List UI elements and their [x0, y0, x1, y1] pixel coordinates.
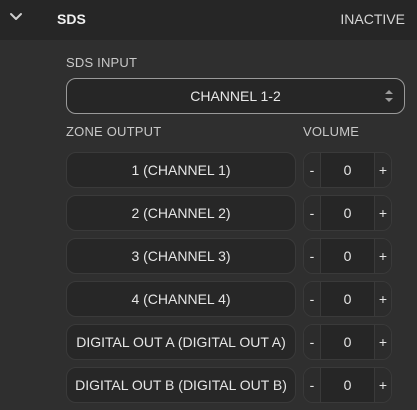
volume-decrement-button[interactable]: - — [304, 282, 321, 316]
zone-button-3[interactable]: 3 (CHANNEL 3) — [66, 238, 296, 274]
volume-increment-button[interactable]: + — [374, 282, 391, 316]
volume-stepper-3[interactable]: - 0 + — [303, 238, 392, 274]
volume-increment-button[interactable]: + — [374, 153, 391, 187]
volume-value[interactable]: 0 — [322, 377, 373, 393]
volume-stepper-4[interactable]: - 0 + — [303, 281, 392, 317]
zone-button-digital-a[interactable]: DIGITAL OUT A (DIGITAL OUT A) — [66, 324, 296, 360]
volume-value[interactable]: 0 — [322, 205, 373, 221]
section-title: SDS — [57, 11, 86, 27]
volume-decrement-button[interactable]: - — [304, 239, 321, 273]
volume-increment-button[interactable]: + — [374, 325, 391, 359]
volume-value[interactable]: 0 — [322, 291, 373, 307]
zone-button-4[interactable]: 4 (CHANNEL 4) — [66, 281, 296, 317]
volume-decrement-button[interactable]: - — [304, 196, 321, 230]
zone-name: 4 (CHANNEL 4) — [131, 291, 231, 307]
volume-increment-button[interactable]: + — [374, 196, 391, 230]
zone-name: DIGITAL OUT B (DIGITAL OUT B) — [75, 377, 287, 393]
volume-stepper-digital-b[interactable]: - 0 + — [303, 367, 392, 403]
zone-button-2[interactable]: 2 (CHANNEL 2) — [66, 195, 296, 231]
status-badge: INACTIVE — [340, 11, 405, 27]
volume-decrement-button[interactable]: - — [304, 368, 321, 402]
sds-input-value: CHANNEL 1-2 — [190, 88, 281, 104]
volume-increment-button[interactable]: + — [374, 368, 391, 402]
zone-name: 3 (CHANNEL 3) — [131, 248, 231, 264]
chevron-down-icon[interactable] — [8, 8, 24, 24]
section-header[interactable]: SDS INACTIVE — [0, 0, 417, 41]
sds-input-label: SDS INPUT — [66, 55, 138, 70]
zone-name: DIGITAL OUT A (DIGITAL OUT A) — [76, 334, 286, 350]
volume-decrement-button[interactable]: - — [304, 153, 321, 187]
sds-input-select[interactable]: CHANNEL 1-2 — [66, 78, 405, 114]
zone-button-1[interactable]: 1 (CHANNEL 1) — [66, 152, 296, 188]
volume-value[interactable]: 0 — [322, 248, 373, 264]
volume-decrement-button[interactable]: - — [304, 325, 321, 359]
volume-label: VOLUME — [303, 124, 360, 139]
volume-value[interactable]: 0 — [322, 162, 373, 178]
select-arrows-icon — [384, 88, 394, 104]
zone-name: 1 (CHANNEL 1) — [131, 162, 231, 178]
volume-stepper-1[interactable]: - 0 + — [303, 152, 392, 188]
zone-button-digital-b[interactable]: DIGITAL OUT B (DIGITAL OUT B) — [66, 367, 296, 403]
volume-increment-button[interactable]: + — [374, 239, 391, 273]
zone-output-label: ZONE OUTPUT — [66, 124, 162, 139]
volume-value[interactable]: 0 — [322, 334, 373, 350]
volume-stepper-2[interactable]: - 0 + — [303, 195, 392, 231]
volume-stepper-digital-a[interactable]: - 0 + — [303, 324, 392, 360]
zone-name: 2 (CHANNEL 2) — [131, 205, 231, 221]
